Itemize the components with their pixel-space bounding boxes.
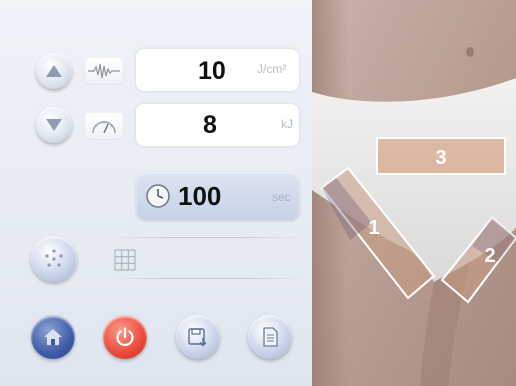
total-energy-value: 8 — [203, 111, 217, 139]
divider — [110, 278, 302, 279]
gauge-icon — [92, 121, 116, 134]
grid-icon[interactable] — [114, 249, 136, 271]
clock-icon — [146, 184, 170, 208]
save-button[interactable] — [176, 315, 220, 359]
home-button[interactable] — [31, 315, 75, 359]
report-button[interactable] — [248, 315, 292, 359]
arrow-down-icon — [46, 119, 62, 131]
home-icon — [44, 329, 62, 345]
increase-button[interactable] — [36, 53, 72, 89]
energy-display: 10 J/cm² — [136, 49, 299, 91]
treatment-area-view: 3 1 2 — [312, 0, 516, 386]
power-button[interactable] — [103, 315, 147, 359]
energy-value: 10 — [198, 57, 226, 85]
intensity-indicator — [84, 112, 124, 140]
zone-1-label: 1 — [368, 217, 379, 239]
dots-icon — [45, 249, 63, 267]
energy-unit: J/cm² — [257, 62, 287, 76]
timer-unit: sec — [272, 190, 291, 204]
total-energy-display: 8 kJ — [136, 104, 299, 146]
document-icon — [263, 327, 278, 347]
zone-3[interactable]: 3 — [376, 137, 506, 175]
spot-pattern-button[interactable] — [31, 236, 77, 282]
total-energy-unit: kJ — [281, 117, 293, 131]
body-image: 3 1 2 — [312, 0, 516, 386]
power-icon — [116, 327, 134, 347]
waveform-icon — [88, 63, 120, 79]
arrow-up-icon — [46, 65, 62, 77]
save-icon — [188, 328, 207, 347]
pulse-mode-indicator — [84, 57, 124, 85]
zone-3-label: 3 — [435, 147, 446, 169]
divider — [110, 237, 302, 238]
decrease-button[interactable] — [36, 107, 72, 143]
zone-2-label: 2 — [484, 245, 495, 267]
treatment-screen: 10 J/cm² 8 kJ 100 sec 3 1 2 — [0, 0, 516, 386]
timer-display: 100 sec — [136, 172, 300, 220]
timer-value: 100 — [178, 181, 222, 211]
control-panel: 10 J/cm² 8 kJ 100 sec — [0, 0, 318, 386]
